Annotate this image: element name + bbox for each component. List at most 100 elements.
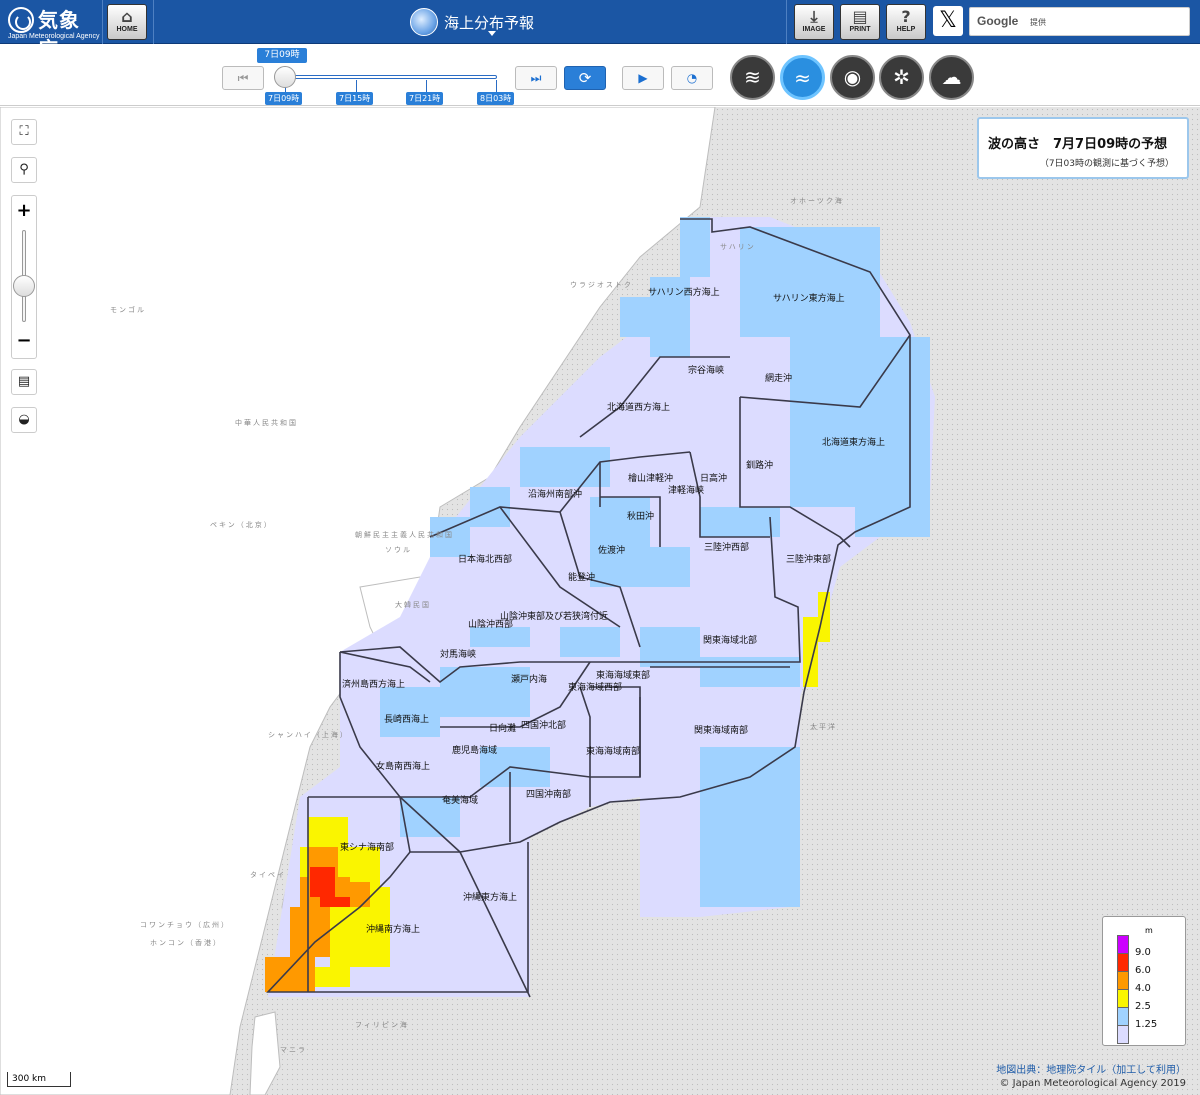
- wind-element-button[interactable]: ≋: [730, 55, 775, 100]
- forecast-map[interactable]: オホーツク海 太平洋 フィリピン海 サハリン ウラジオストク モンゴル 中華人民…: [0, 107, 1200, 1095]
- forecast-subtitle: （7日03時の観測に基づく予想）: [1039, 159, 1174, 169]
- zone-label: 東海海域西部: [568, 681, 622, 693]
- time-tick: [356, 80, 357, 92]
- print-button[interactable]: ▤ PRINT: [840, 4, 880, 40]
- zone-label: 三陸沖東部: [786, 553, 831, 565]
- zone-label: 鹿児島海域: [452, 744, 497, 756]
- weather-element-button[interactable]: ☁: [929, 55, 974, 100]
- jma-logo-mark-icon: [8, 7, 34, 33]
- zoom-in-button[interactable]: +: [12, 200, 36, 222]
- icing-element-button[interactable]: ✲: [879, 55, 924, 100]
- legend-swatch: [1117, 953, 1129, 972]
- geo-label: ホンコン（香港）: [150, 938, 222, 947]
- zone-label: 沖縄東方海上: [463, 891, 517, 903]
- zone-label: 山陰沖西部: [468, 618, 513, 630]
- zone-label: 能登沖: [568, 571, 595, 583]
- zone-label: 関東海域北部: [703, 634, 757, 646]
- product-globe-icon: [410, 8, 438, 36]
- time-tick-label[interactable]: 8日03時: [477, 92, 515, 105]
- forecast-info-panel: 波の高さ 7月7日09時の予想 （7日03時の観測に基づく予想）: [977, 117, 1189, 179]
- zone-label: 長崎西海上: [384, 713, 429, 725]
- zone-label: 東海海域東部: [596, 669, 650, 681]
- geo-label: タイペイ: [250, 870, 286, 879]
- image-download-button[interactable]: ⤓ IMAGE: [794, 4, 834, 40]
- zone-label: 佐渡沖: [598, 544, 625, 556]
- time-slider-track[interactable]: [285, 75, 497, 79]
- geo-label: ペキン（北京）: [210, 520, 273, 529]
- legend-unit: m: [1145, 926, 1153, 935]
- zone-label: サハリン東方海上: [773, 292, 845, 304]
- legend-swatch: [1117, 1025, 1129, 1044]
- home-button[interactable]: ⌂ HOME: [107, 4, 147, 40]
- time-slider-thumb[interactable]: [274, 66, 296, 88]
- location-button[interactable]: ⚲: [11, 157, 37, 183]
- help-button[interactable]: ? HELP: [886, 4, 926, 40]
- zone-label: 奄美海域: [442, 794, 478, 806]
- geo-label: ソウル: [385, 546, 412, 554]
- zoom-out-button[interactable]: −: [12, 330, 36, 352]
- zone-label: 釧路沖: [746, 459, 773, 471]
- google-search-input[interactable]: Google 提供: [969, 7, 1190, 36]
- wave-height-legend: m 9.0 6.0 4.0 2.5 1.25: [1102, 916, 1186, 1046]
- speed-button[interactable]: ◔: [671, 66, 713, 90]
- chevron-down-icon: [488, 31, 496, 36]
- time-controls: ⏮ 7日09時 7日09時 7日15時 7日21時 8日03時 ⏭ ⟳ ▶ ◔ …: [0, 44, 1200, 106]
- header-divider: [786, 0, 787, 44]
- home-icon: ⌂: [121, 7, 133, 26]
- opacity-button[interactable]: ◒: [11, 407, 37, 433]
- fullscreen-icon: ⛶: [19, 124, 29, 139]
- wave-element-button[interactable]: ≈: [780, 55, 825, 100]
- time-tick-label[interactable]: 7日21時: [406, 92, 444, 105]
- current-time-label: 7日09時: [257, 48, 307, 63]
- map-source-link[interactable]: 地図出典：地理院タイル（加工して利用）: [996, 1064, 1186, 1077]
- help-button-label: HELP: [896, 26, 916, 33]
- zone-label: 宗谷海峡: [688, 364, 724, 376]
- header-divider: [102, 0, 103, 44]
- legend-value: 2.5: [1135, 1001, 1151, 1012]
- zone-label: 山陰沖東部及び若狭湾付近: [500, 610, 608, 622]
- legend-swatch: [1117, 1007, 1129, 1026]
- geo-label: フィリピン海: [355, 1020, 409, 1029]
- zone-label: 津軽海峡: [668, 484, 704, 496]
- map-icon: ▤: [17, 374, 31, 389]
- print-button-label: PRINT: [849, 26, 871, 33]
- zone-label: 沿海州南部沖: [528, 488, 582, 500]
- geo-label: 大韓民国: [395, 600, 431, 609]
- geo-label: 中華人民共和国: [235, 418, 298, 427]
- location-pin-icon: ⚲: [19, 162, 29, 177]
- legend-value: 1.25: [1135, 1019, 1158, 1030]
- refresh-button[interactable]: ⟳: [564, 66, 606, 90]
- zone-label: 済州島西方海上: [342, 678, 405, 690]
- google-brand: Google: [977, 14, 1019, 28]
- time-tick-label[interactable]: 7日15時: [336, 92, 374, 105]
- forecast-title: 波の高さ 7月7日09時の予想: [988, 137, 1168, 152]
- geo-label: オホーツク海: [790, 196, 844, 205]
- legend-value: 4.0: [1135, 983, 1151, 994]
- last-time-button[interactable]: ⏭: [515, 66, 557, 90]
- visibility-element-button[interactable]: ◉: [830, 55, 875, 100]
- basemap-button[interactable]: ▤: [11, 369, 37, 395]
- fullscreen-button[interactable]: ⛶: [11, 119, 37, 145]
- droplet-icon: ◒: [18, 412, 30, 427]
- product-selector[interactable]: 海上分布予報: [410, 7, 590, 39]
- search-placeholder: 提供: [1030, 18, 1046, 27]
- first-time-button[interactable]: ⏮: [222, 66, 264, 90]
- image-button-label: IMAGE: [802, 26, 826, 33]
- time-tick-label[interactable]: 7日09時: [265, 92, 303, 105]
- legend-value: 9.0: [1135, 947, 1151, 958]
- map-scale: 300 km: [7, 1072, 71, 1087]
- copyright-text: © Japan Meteorological Agency 2019: [999, 1078, 1186, 1089]
- jma-logo[interactable]: 気象庁 Japan Meteorological Agency: [8, 4, 100, 61]
- geo-label: 朝鮮民主主義人民共和国: [355, 530, 454, 539]
- map-credit: 地図出典：地理院タイル（加工して利用） © Japan Meteorologic…: [996, 1064, 1186, 1090]
- zoom-slider-knob[interactable]: [13, 275, 35, 297]
- zone-label: 日向灘: [489, 722, 516, 734]
- legend-swatch: [1117, 989, 1129, 1008]
- geo-label: コワンチョウ（広州）: [140, 920, 230, 929]
- time-tick: [496, 80, 497, 92]
- x-share-button[interactable]: 𝕏: [933, 6, 963, 36]
- geo-label: シャンハイ（上海）: [268, 730, 349, 739]
- geo-label: サハリン: [720, 243, 756, 251]
- play-button[interactable]: ▶: [622, 66, 664, 90]
- zone-label: 東海海域南部: [586, 745, 640, 757]
